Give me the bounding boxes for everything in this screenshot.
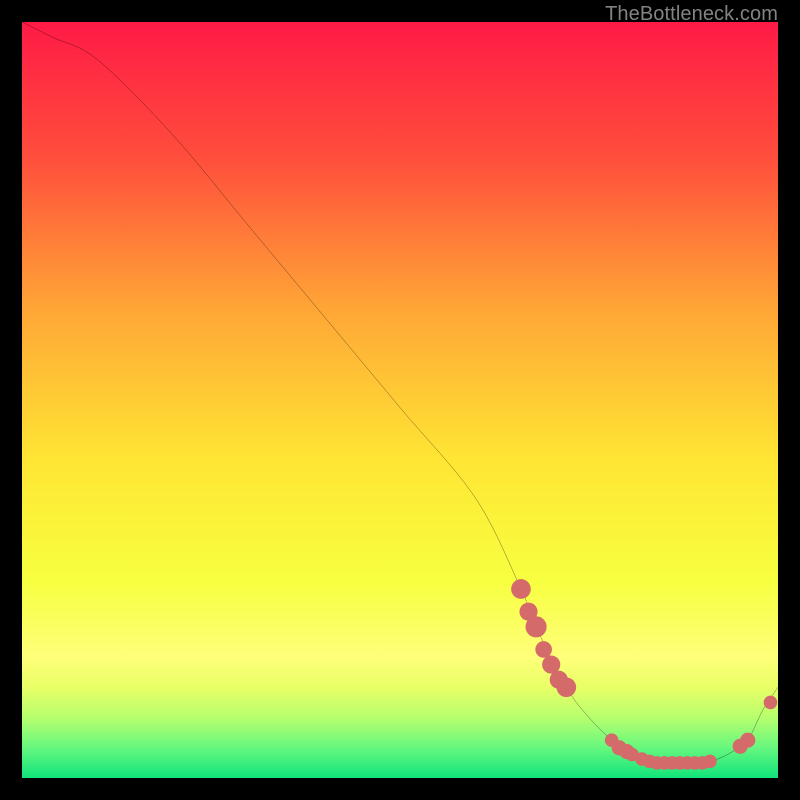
data-point-marker: [703, 755, 717, 769]
data-point-marker: [511, 579, 531, 599]
data-point-marker: [525, 616, 546, 637]
data-point-marker: [764, 696, 778, 710]
data-point-marker: [556, 677, 576, 697]
data-point-marker: [740, 733, 755, 748]
gradient-background: [22, 22, 778, 778]
chart-stage: TheBottleneck.com: [0, 0, 800, 800]
watermark-text: TheBottleneck.com: [605, 3, 778, 26]
data-point-marker: [535, 641, 552, 658]
bottleneck-chart: [22, 22, 778, 778]
